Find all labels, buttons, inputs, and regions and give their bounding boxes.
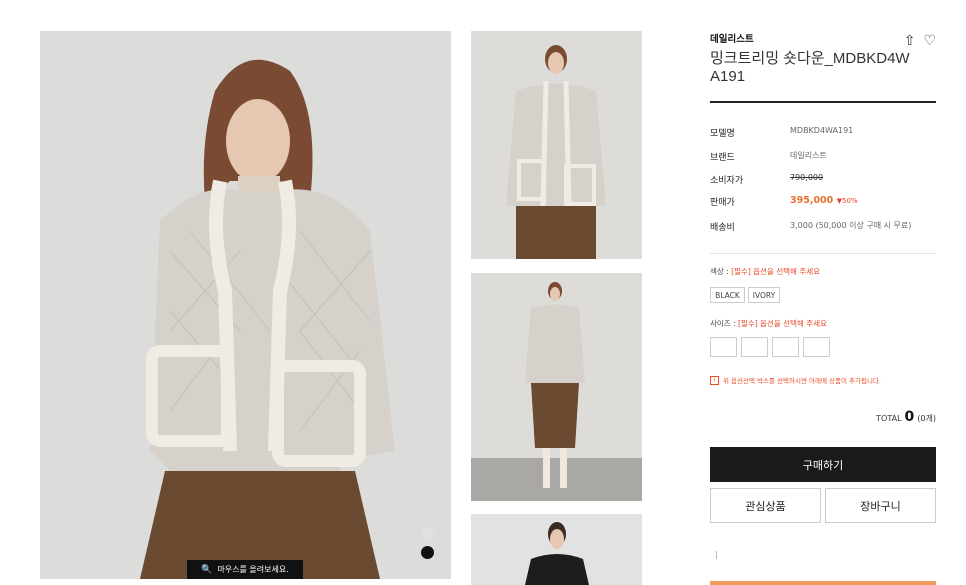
spec-value: MDBKD4WA191 <box>790 126 854 135</box>
spec-value: 3,000 (50,000 이상 구매 시 무료) <box>790 221 912 230</box>
product-info: 데일리스트 밍크트리밍 숏다운_MDBKD4WA191 ⇧ ♡ <box>710 31 936 86</box>
option-notice: ! 위 옵션선택 박스를 선택하시면 아래에 상품이 추가됩니다. <box>710 375 881 385</box>
share-icon[interactable]: ⇧ <box>904 33 916 49</box>
spec-model: 모델명 MDBKD4WA191 <box>710 126 936 139</box>
zoom-hint-text: 마우스를 올려보세요. <box>217 565 289 574</box>
thumbnail-3-photo <box>471 514 642 585</box>
spec-retail-price: 소비자가 790,000 <box>710 173 936 186</box>
color-option-black[interactable]: BLACK <box>710 287 745 303</box>
discount-badge: ▼50% <box>837 197 858 205</box>
total-price: TOTAL 0 (0개) <box>876 409 936 425</box>
spec-value: 데일리스트 <box>790 151 827 160</box>
gallery-dot-2[interactable] <box>421 546 434 559</box>
spec-label: 판매가 <box>710 198 735 208</box>
thumbnail-2[interactable] <box>471 273 642 501</box>
thumbnail-1-photo <box>471 31 642 259</box>
size-required: [필수] 옵션을 선택해 주세요 <box>738 319 827 328</box>
thumbnail-3[interactable] <box>471 514 642 585</box>
spec-label: 배송비 <box>710 223 735 233</box>
specs-divider <box>710 253 936 254</box>
product-title: 밍크트리밍 숏다운_MDBKD4WA191 <box>710 50 910 85</box>
thumbnail-1[interactable] <box>471 31 642 259</box>
notice-text: 위 옵션선택 박스를 선택하시면 아래에 상품이 추가됩니다. <box>723 377 881 385</box>
search-icon: 🔍 <box>201 564 213 575</box>
size-label: 사이즈 : <box>710 319 738 328</box>
spec-sale-price: 판매가 395,000 ▼50% <box>710 195 936 208</box>
wishlist-button[interactable]: 관심상품 <box>710 488 821 523</box>
total-value: 0 <box>904 409 915 425</box>
size-option-3[interactable] <box>772 337 799 357</box>
spec-shipping: 배송비 3,000 (50,000 이상 구매 시 무료) <box>710 220 936 233</box>
spec-brand: 브랜드 데일리스트 <box>710 150 936 163</box>
color-option-ivory[interactable]: IVORY <box>748 287 780 303</box>
color-required: [필수] 옵션을 선택해 주세요 <box>731 267 821 276</box>
sale-price: 395,000 ▼50% <box>790 195 858 208</box>
spec-label: 소비자가 <box>710 176 744 186</box>
brand-name: 데일리스트 <box>710 34 754 45</box>
divider-tick <box>716 551 717 559</box>
size-option-label: 사이즈 : [필수] 옵션을 선택해 주세요 <box>710 318 827 329</box>
color-label: 색상 : <box>710 267 732 276</box>
notice-icon: ! <box>710 375 719 385</box>
sale-price-value: 395,000 <box>790 195 834 206</box>
discount-value: 50% <box>841 197 858 205</box>
retail-price: 790,000 <box>790 173 824 182</box>
product-actions: ⇧ ♡ <box>904 33 936 49</box>
heart-icon[interactable]: ♡ <box>923 33 936 49</box>
color-option-text: BLACK <box>715 290 740 300</box>
main-product-image[interactable] <box>40 31 451 579</box>
orange-action-bar[interactable] <box>710 581 936 585</box>
zoom-hint: 🔍 마우스를 올려보세요. <box>187 560 303 579</box>
size-option-2[interactable] <box>741 337 768 357</box>
buy-button[interactable]: 구매하기 <box>710 447 936 482</box>
title-divider <box>710 101 936 103</box>
main-photo-illustration <box>40 31 451 579</box>
size-option-1[interactable] <box>710 337 737 357</box>
total-label: TOTAL <box>876 414 902 423</box>
color-option-text: IVORY <box>752 290 776 300</box>
gallery-dot-1[interactable] <box>421 527 434 540</box>
thumbnail-2-photo <box>471 273 642 501</box>
spec-label: 모델명 <box>710 129 735 139</box>
size-option-4[interactable] <box>803 337 830 357</box>
cart-button[interactable]: 장바구니 <box>825 488 936 523</box>
color-option-label: 색상 : [필수] 옵션을 선택해 주세요 <box>710 266 820 277</box>
total-count: (0개) <box>917 414 936 423</box>
spec-label: 브랜드 <box>710 153 735 163</box>
